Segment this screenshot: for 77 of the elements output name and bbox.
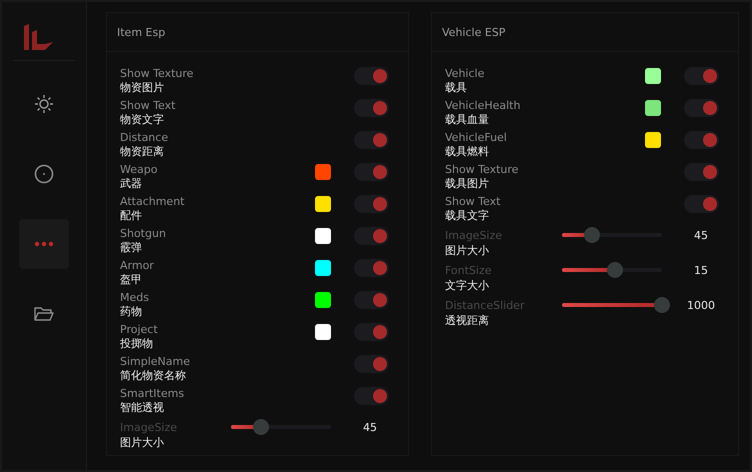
toggle-switch[interactable]: [354, 387, 389, 405]
option-sublabel: 透视距离: [445, 313, 490, 328]
toggle-switch[interactable]: [684, 67, 719, 85]
color-swatch[interactable]: [315, 260, 331, 276]
color-swatch[interactable]: [645, 132, 661, 148]
slider-value: 45: [362, 420, 378, 434]
color-swatch[interactable]: [645, 68, 661, 84]
toggle-switch[interactable]: [354, 195, 389, 213]
slider-value: 45: [693, 228, 709, 242]
gear-icon: [34, 94, 54, 114]
option-sublabel: 载具文字: [445, 208, 490, 223]
option-label: Show Text: [120, 99, 176, 112]
toggle-switch[interactable]: [354, 131, 389, 149]
color-swatch[interactable]: [315, 164, 331, 180]
toggle-switch[interactable]: [354, 291, 389, 309]
toggle-switch[interactable]: [684, 131, 719, 149]
option-label: Show Texture: [445, 163, 520, 176]
toggle-switch[interactable]: [354, 99, 389, 117]
option-sublabel: 智能透视: [120, 400, 165, 415]
option-sublabel: 霰弹: [120, 240, 143, 255]
slider-label: ImageSize: [120, 420, 178, 434]
toggle-switch[interactable]: [354, 259, 389, 277]
option-sublabel: 药物: [120, 304, 143, 319]
folder-icon: [34, 306, 54, 322]
more-icon: [34, 241, 54, 247]
toggle-switch[interactable]: [684, 163, 719, 181]
logo-icon: [23, 24, 55, 50]
slider-label: FontSize: [445, 264, 493, 276]
option-label: Vehicle: [445, 67, 486, 80]
option-label: SimpleName: [120, 355, 192, 368]
option-sublabel: 图片大小: [120, 435, 165, 450]
option-label: Weapo: [120, 163, 158, 176]
option-sublabel: 载具: [445, 80, 468, 95]
color-swatch[interactable]: [315, 292, 331, 308]
option-sublabel: 配件: [120, 208, 143, 223]
option-sublabel: 盔甲: [120, 272, 143, 287]
option-label: Meds: [120, 291, 150, 304]
option-sublabel: 图片大小: [445, 243, 490, 258]
slider-track[interactable]: [562, 297, 670, 313]
color-swatch[interactable]: [315, 228, 331, 244]
option-sublabel: 物资距离: [120, 144, 165, 159]
slider-label: ImageSize: [445, 228, 504, 242]
option-sublabel: 载具血量: [445, 112, 490, 127]
option-label: Shotgun: [120, 227, 167, 240]
option-label: SmartItems: [120, 387, 186, 400]
option-sublabel: 载具图片: [445, 176, 490, 191]
slider-value: 1000: [686, 298, 716, 312]
target-icon: [34, 164, 54, 184]
option-sublabel: 物资文字: [120, 112, 165, 127]
toggle-switch[interactable]: [354, 67, 389, 85]
option-sublabel: 文字大小: [445, 278, 490, 293]
option-label: Show Texture: [120, 67, 194, 80]
slider-label: DistanceSlider: [445, 298, 526, 312]
color-swatch[interactable]: [315, 196, 331, 212]
option-label: Project: [120, 323, 159, 336]
option-label: VehicleFuel: [445, 131, 508, 144]
option-sublabel: 投掷物: [120, 336, 154, 351]
option-label: VehicleHealth: [445, 99, 522, 112]
color-swatch[interactable]: [315, 324, 331, 340]
toggle-switch[interactable]: [354, 163, 389, 181]
toggle-switch[interactable]: [354, 323, 389, 341]
toggle-switch[interactable]: [354, 355, 389, 373]
toggle-switch[interactable]: [354, 227, 389, 245]
toggle-switch[interactable]: [684, 99, 719, 117]
option-label: Distance: [120, 131, 170, 144]
option-sublabel: 载具燃料: [445, 144, 490, 159]
option-label: Attachment: [120, 195, 186, 208]
panel-title: Vehicle ESP: [442, 26, 506, 38]
option-sublabel: 武器: [120, 176, 143, 191]
color-swatch[interactable]: [645, 100, 661, 116]
option-label: Show Text: [445, 195, 502, 208]
slider-value: 15: [693, 264, 709, 276]
toggle-switch[interactable]: [684, 195, 719, 213]
option-sublabel: 简化物资名称: [120, 368, 187, 383]
panel-title: Item Esp: [117, 26, 166, 38]
option-sublabel: 物资图片: [120, 80, 165, 95]
option-label: Armor: [120, 259, 155, 272]
